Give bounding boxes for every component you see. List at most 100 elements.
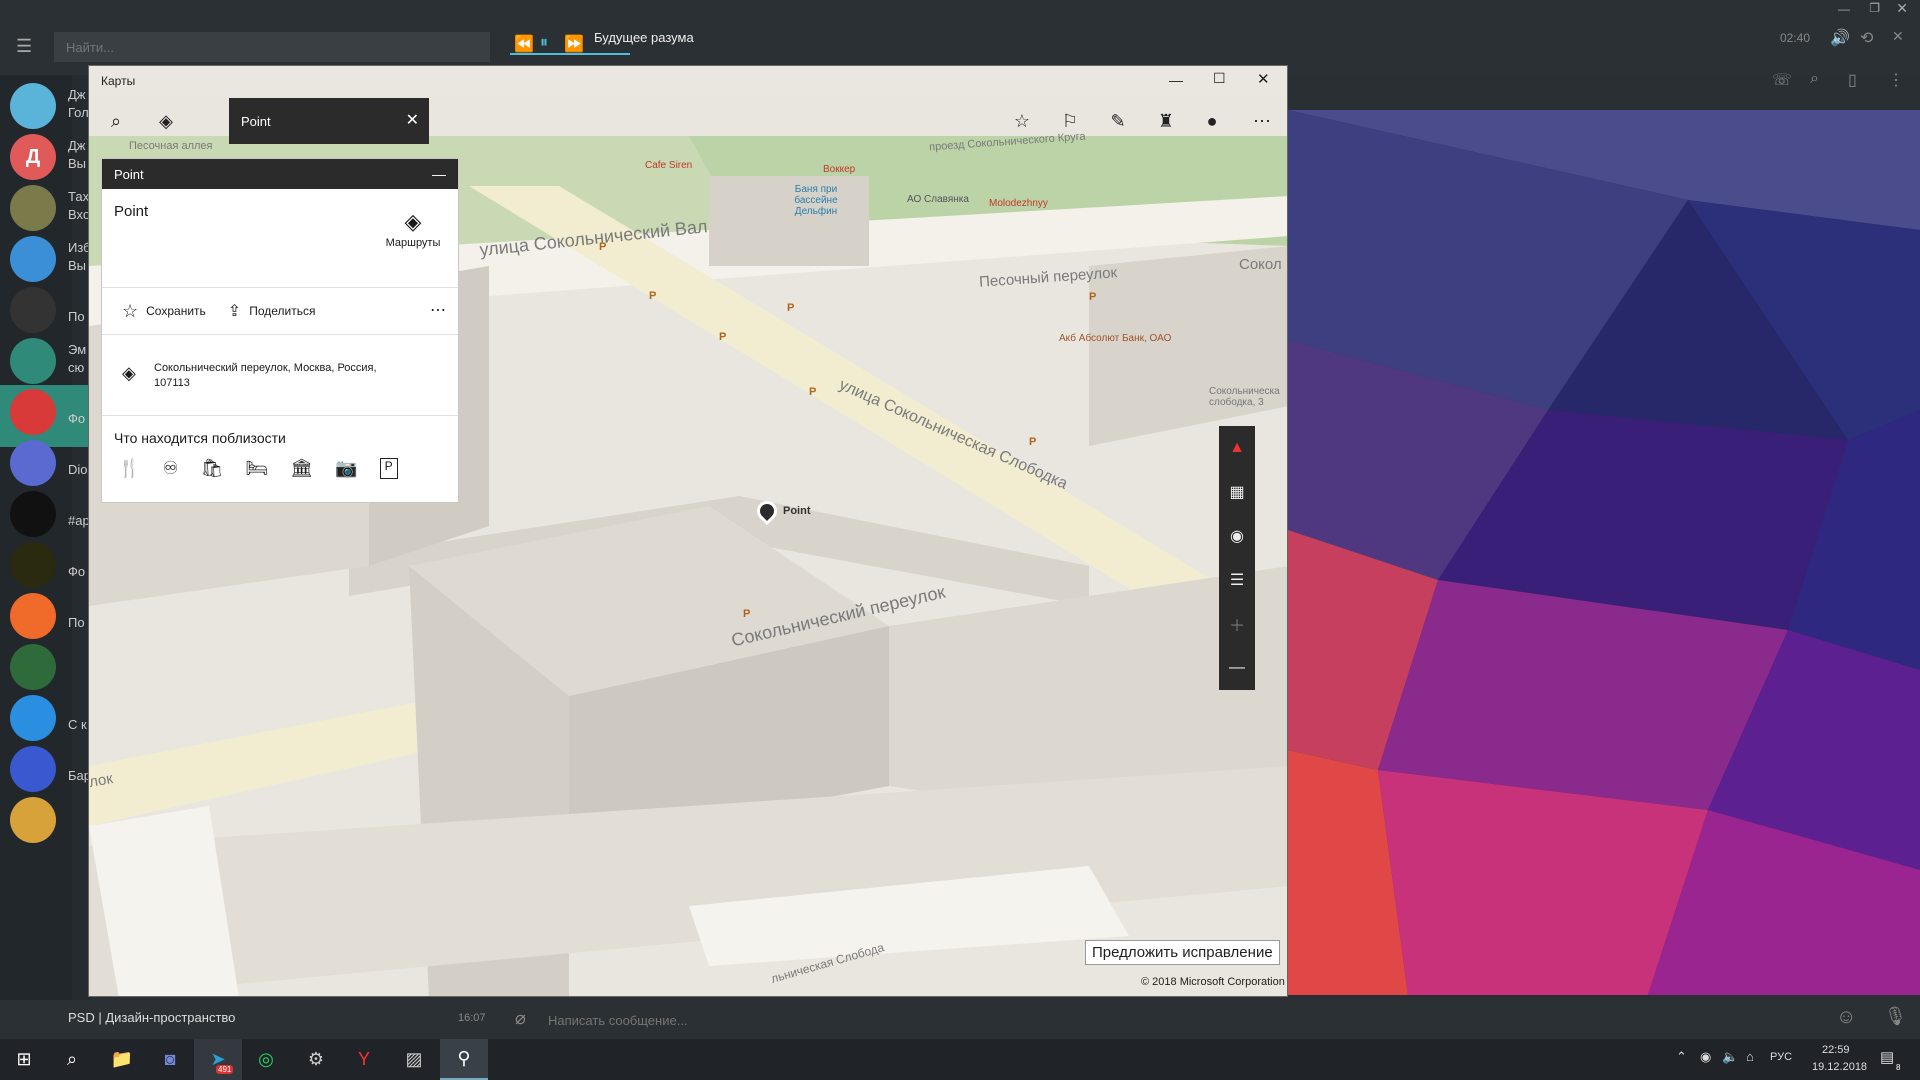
star-icon[interactable]: ☆ [122, 301, 138, 322]
chat-snippet[interactable]: Вхо [68, 207, 90, 222]
microphone-icon[interactable]: 🎙 [1884, 1006, 1907, 1027]
map-search-box[interactable]: Point ✕ [229, 98, 429, 144]
menu-icon[interactable]: ☰ [16, 36, 32, 57]
clear-search-icon[interactable]: ✕ [406, 110, 419, 130]
location-pin[interactable]: Point [752, 496, 811, 526]
favorites-icon[interactable]: ☆ [1009, 108, 1035, 134]
chat-avatar[interactable] [10, 440, 56, 486]
hotel-icon[interactable]: 🛏 [245, 458, 268, 479]
poi-label[interactable]: Сокольническа слободка, 3 [1209, 386, 1287, 408]
track-title[interactable]: Будущее разума [594, 30, 694, 45]
pin-icon[interactable] [752, 496, 782, 526]
minimize-icon[interactable]: — [1169, 72, 1183, 88]
routes-button[interactable]: ◈ Маршруты [378, 209, 448, 249]
chat-avatar[interactable] [10, 491, 56, 537]
chat-avatar[interactable] [10, 797, 56, 843]
poi-label[interactable]: Воккер [823, 164, 855, 175]
chat-avatar[interactable] [10, 185, 56, 231]
chat-snippet[interactable]: Эм [68, 342, 90, 357]
chat-avatar[interactable] [10, 236, 56, 282]
chat-snippet[interactable]: Бар [68, 768, 90, 783]
tray-chevron-icon[interactable]: ⌃ [1676, 1049, 1687, 1065]
chat-snippet[interactable]: сю [68, 360, 90, 375]
chat-avatar[interactable]: Д [10, 134, 56, 180]
ink-icon[interactable]: ✎ [1105, 108, 1131, 134]
restore-icon[interactable]: ❐ [1869, 1, 1880, 15]
pause-icon[interactable]: ⏸ [540, 34, 548, 52]
more-actions-icon[interactable]: ⋯ [430, 300, 446, 320]
bank-icon[interactable]: 🏛 [290, 458, 313, 479]
poi-label[interactable]: Акб Абсолют Банк, ОАО [1059, 333, 1171, 344]
close-player-icon[interactable]: ✕ [1892, 28, 1904, 45]
explorer-icon[interactable]: 📁 [98, 1039, 146, 1080]
chat-avatar[interactable] [10, 593, 56, 639]
attractions-icon[interactable]: ♾ [162, 458, 178, 479]
action-center-icon[interactable]: ▤ [1880, 1048, 1894, 1066]
poi-label[interactable]: АО Славянка [907, 194, 969, 205]
zoom-in-icon[interactable]: ＋ [1219, 602, 1255, 646]
chat-avatar[interactable] [10, 746, 56, 792]
chat-snippet[interactable]: #ар [68, 513, 90, 528]
zoom-out-icon[interactable]: — [1219, 646, 1255, 690]
chat-snippet[interactable]: Вы [68, 258, 90, 273]
clock-time[interactable]: 22:59 [1822, 1044, 1850, 1056]
chat-avatar[interactable] [10, 644, 56, 690]
telegram-icon[interactable]: ➤ 491 [194, 1039, 242, 1080]
chat-avatar[interactable] [10, 542, 56, 588]
address[interactable]: Сокольнический переулок, Москва, Россия,… [154, 361, 414, 391]
maximize-icon[interactable]: ☐ [1213, 70, 1226, 87]
yandex-browser-icon[interactable]: Y [340, 1039, 388, 1080]
poi-label[interactable]: Molodezhnyy [989, 198, 1048, 209]
chat-avatar[interactable] [10, 389, 56, 435]
photos-icon[interactable]: ▨ [390, 1039, 438, 1080]
repeat-icon[interactable]: ⟲ [1860, 28, 1873, 48]
directions-icon[interactable]: ◈ [153, 108, 179, 134]
streetside-icon[interactable]: ♜ [1153, 108, 1179, 134]
compass-icon[interactable]: ▲ [1219, 426, 1255, 470]
chat-snippet[interactable]: С к [68, 717, 90, 732]
chat-snippet[interactable]: Dio [68, 462, 90, 477]
steam-icon[interactable]: ⚙ [292, 1039, 340, 1080]
chat-snippet[interactable]: Фо [68, 564, 90, 579]
more-icon[interactable]: ⋮ [1888, 70, 1904, 90]
next-track-icon[interactable]: ⏩ [564, 34, 584, 54]
chat-avatar[interactable] [10, 695, 56, 741]
directions-icon[interactable]: ◈ [122, 363, 136, 384]
search-icon[interactable]: ⌕ [103, 108, 129, 134]
search-chat-icon[interactable]: ⌕ [1810, 70, 1819, 88]
chat-snippet[interactable]: По [68, 309, 90, 324]
camera-icon[interactable]: 📷 [335, 458, 357, 479]
save-button[interactable]: Сохранить [146, 304, 206, 318]
my-location-icon[interactable]: ◉ [1219, 514, 1255, 558]
poi-label[interactable]: Cafe Siren [645, 160, 692, 171]
message-input[interactable] [548, 1007, 1788, 1033]
tilt-icon[interactable]: ▦ [1219, 470, 1255, 514]
account-icon[interactable]: ● [1199, 108, 1225, 134]
share-icon[interactable]: ⇪ [228, 301, 241, 321]
search-icon[interactable]: ⌕ [48, 1039, 96, 1080]
tray-app-icon[interactable]: ◉ [1700, 1049, 1711, 1065]
maps-app-icon[interactable]: ⚲ [440, 1039, 488, 1080]
sidebar-toggle-icon[interactable]: ▯ [1848, 70, 1857, 90]
current-chat-name[interactable]: PSD | Дизайн-пространство [68, 1010, 235, 1025]
collapse-icon[interactable]: — [432, 166, 446, 182]
restaurant-icon[interactable]: 🍴 [118, 458, 140, 479]
discord-icon[interactable]: ◙ [146, 1039, 194, 1080]
volume-icon[interactable]: 🔈 [1722, 1049, 1738, 1065]
search-input[interactable] [54, 32, 490, 62]
chat-avatar[interactable] [10, 287, 56, 333]
track-progress[interactable] [510, 53, 630, 55]
chat-avatar[interactable] [10, 338, 56, 384]
search-value[interactable]: Point [241, 114, 271, 129]
poi-label[interactable]: Баня при бассейне Дельфин [779, 184, 853, 217]
chat-snippet[interactable]: Фо [68, 411, 90, 426]
chat-snippet[interactable]: Дж [68, 87, 90, 102]
chat-snippet[interactable]: Изб [68, 240, 90, 255]
volume-icon[interactable]: 🔊 [1830, 28, 1850, 48]
clock-date[interactable]: 19.12.2018 [1812, 1061, 1867, 1073]
suggest-correction-button[interactable]: Предложить исправление [1085, 940, 1280, 965]
chat-snippet[interactable]: По [68, 615, 90, 630]
shopping-icon[interactable]: 🛍 [201, 458, 224, 479]
call-icon[interactable]: ☏ [1772, 70, 1792, 90]
whatsapp-icon[interactable]: ◎ [242, 1039, 290, 1080]
